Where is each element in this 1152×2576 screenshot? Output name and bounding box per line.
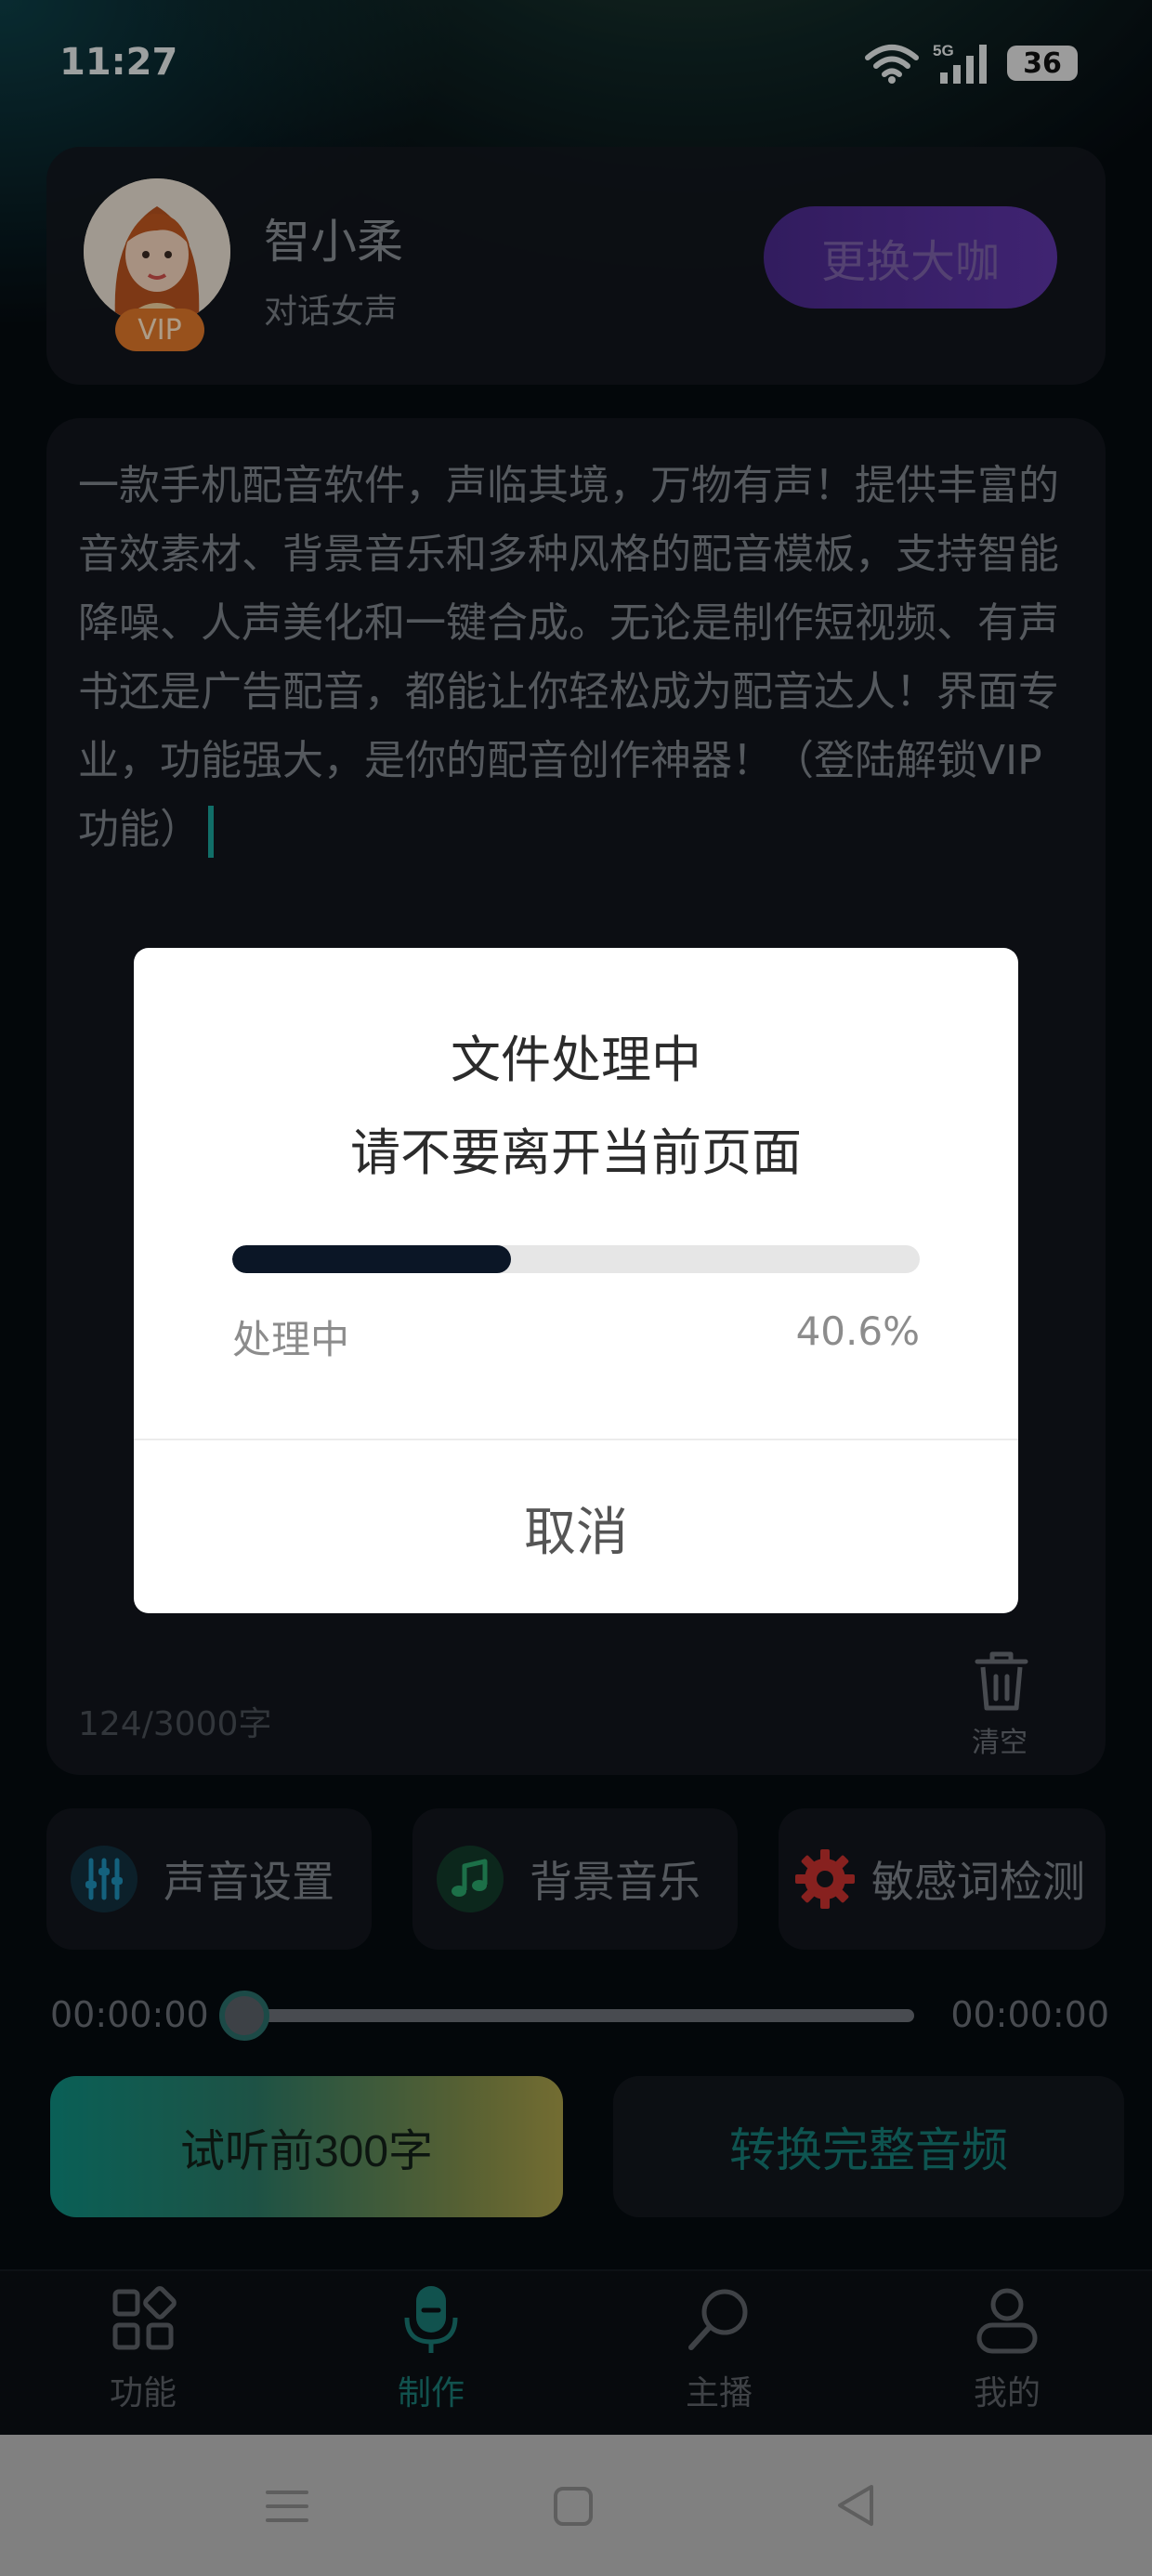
- dialog-subtitle: 请不要离开当前页面: [350, 1124, 802, 1182]
- progress-bar: [232, 1245, 920, 1273]
- dialog-divider: [134, 1439, 1018, 1440]
- menu-icon[interactable]: [264, 2483, 310, 2530]
- progress-status-label: 处理中: [232, 1317, 350, 1362]
- progress-percent: 40.6%: [795, 1308, 920, 1354]
- back-triangle-icon[interactable]: [832, 2481, 881, 2530]
- progress-bar-fill: [232, 1245, 512, 1273]
- cancel-button[interactable]: 取消: [134, 1442, 1018, 1613]
- dialog-title: 文件处理中: [451, 1031, 701, 1089]
- home-square-icon[interactable]: [550, 2483, 596, 2530]
